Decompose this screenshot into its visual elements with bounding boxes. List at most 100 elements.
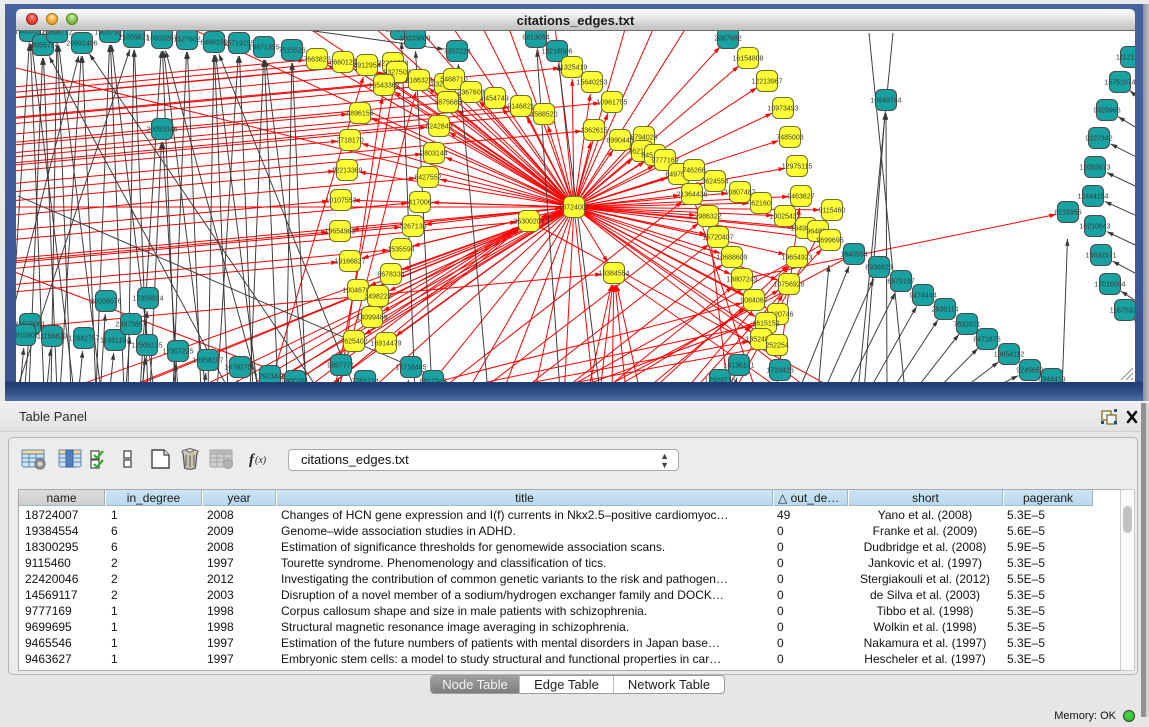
svg-text:746266: 746266 (682, 168, 705, 175)
svg-text:9245652: 9245652 (1016, 368, 1043, 375)
svg-text:16543362: 16543362 (368, 83, 399, 90)
svg-text:2935114: 2935114 (932, 307, 959, 314)
svg-text:9896159: 9896159 (346, 111, 373, 118)
svg-text:17957225: 17957225 (162, 349, 193, 356)
svg-text:1588520: 1588520 (530, 112, 557, 119)
svg-text:12942757: 12942757 (68, 336, 99, 343)
svg-text:19166827: 19166827 (334, 259, 365, 266)
svg-text:9944419: 9944419 (1038, 377, 1065, 383)
svg-text:16782759: 16782759 (224, 365, 255, 372)
svg-text:16671355: 16671355 (248, 45, 279, 52)
svg-text:8812345: 8812345 (419, 379, 446, 383)
svg-text:3875685: 3875685 (434, 100, 461, 107)
svg-text:1527602: 1527602 (173, 37, 200, 44)
svg-text:19384554: 19384554 (598, 271, 629, 278)
svg-text:10648784: 10648784 (870, 98, 901, 105)
svg-text:9227342: 9227342 (1085, 136, 1112, 143)
svg-text:62160: 62160 (751, 201, 771, 208)
svg-text:19654923: 19654923 (781, 255, 812, 262)
svg-text:11675329: 11675329 (1110, 308, 1135, 315)
svg-text:11156829: 11156829 (37, 334, 67, 341)
svg-text:2718170: 2718170 (336, 138, 363, 145)
svg-text:10756928: 10756928 (773, 282, 804, 289)
svg-text:9474444: 9474444 (909, 293, 936, 300)
svg-text:12213369: 12213369 (331, 168, 362, 175)
svg-text:1640954: 1640954 (840, 252, 867, 259)
svg-text:3498222: 3498222 (364, 294, 391, 301)
svg-text:8471676: 8471676 (973, 337, 1000, 344)
svg-text:417006: 417006 (408, 200, 431, 207)
svg-text:10688609: 10688609 (716, 255, 747, 262)
svg-text:17359924: 17359924 (132, 296, 163, 303)
svg-text:7485003: 7485003 (776, 135, 803, 142)
svg-text:1615152: 1615152 (752, 321, 779, 328)
svg-text:18724007: 18724007 (558, 205, 589, 212)
svg-text:9857771: 9857771 (327, 363, 354, 370)
svg-text:10654112: 10654112 (994, 352, 1025, 359)
svg-text:12213967: 12213967 (751, 79, 782, 86)
svg-text:8938923: 8938923 (865, 265, 892, 272)
svg-text:10958107: 10958107 (192, 358, 223, 365)
svg-text:7625402: 7625402 (340, 339, 367, 346)
svg-text:9115460: 9115460 (819, 208, 846, 215)
svg-text:21364436: 21364436 (676, 192, 707, 199)
svg-text:17923716: 17923716 (704, 378, 735, 383)
svg-text:9242848: 9242848 (425, 124, 452, 131)
svg-text:25300203: 25300203 (513, 219, 544, 226)
svg-text:14136141: 14136141 (723, 363, 754, 370)
svg-text:12975115: 12975115 (782, 164, 813, 171)
svg-text:2803144: 2803144 (420, 151, 447, 158)
svg-text:2087682: 2087682 (714, 36, 741, 43)
svg-text:18807249: 18807249 (726, 277, 757, 284)
svg-text:10961755: 10961755 (596, 100, 627, 107)
svg-text:10107553: 10107553 (325, 198, 356, 205)
svg-text:8813054: 8813054 (522, 35, 549, 42)
svg-text:20206576: 20206576 (90, 299, 121, 306)
svg-text:11451194: 11451194 (100, 338, 130, 345)
svg-text:10025433: 10025433 (769, 214, 800, 221)
svg-text:9146821: 9146821 (507, 104, 534, 111)
svg-text:9463627: 9463627 (787, 194, 814, 201)
svg-text:12505135: 12505135 (131, 343, 162, 350)
svg-text:7986322: 7986322 (694, 214, 721, 221)
svg-text:1535594: 1535594 (387, 247, 414, 254)
svg-text:12444154: 12444154 (1077, 194, 1108, 201)
svg-text:9699695: 9699695 (816, 238, 843, 245)
svg-text:7357224: 7357224 (443, 49, 470, 56)
svg-text:11325419: 11325419 (557, 65, 588, 72)
svg-text:8454749: 8454749 (481, 96, 508, 103)
svg-text:252254: 252254 (765, 343, 788, 350)
svg-text:3624554: 3624554 (701, 179, 728, 186)
svg-text:9329966: 9329966 (1093, 108, 1120, 115)
svg-text:16914479: 16914479 (370, 341, 401, 348)
svg-text:16154808: 16154808 (732, 56, 763, 63)
svg-text:6879197: 6879197 (887, 279, 914, 286)
svg-text:15720407: 15720407 (702, 235, 733, 242)
svg-text:15640253: 15640253 (576, 80, 607, 87)
svg-text:16210643: 16210643 (1079, 224, 1110, 231)
svg-text:10973493: 10973493 (767, 106, 798, 113)
svg-text:20691406: 20691406 (66, 41, 97, 48)
svg-text:15692971: 15692971 (1085, 253, 1116, 260)
svg-text:20053346: 20053346 (146, 127, 177, 134)
svg-text:7761234: 7761234 (351, 379, 378, 383)
svg-text:8215955: 8215955 (1054, 210, 1081, 217)
svg-text:14055714: 14055714 (27, 43, 58, 50)
svg-text:8186328: 8186328 (405, 78, 432, 85)
svg-text:8678334: 8678334 (377, 272, 404, 279)
svg-text:(x): (x) (255, 455, 267, 466)
svg-text:11121313: 11121313 (1116, 55, 1135, 62)
svg-text:15716485: 15716485 (395, 365, 426, 372)
svg-text:19654983: 19654983 (324, 229, 355, 236)
svg-text:19218506: 19218506 (541, 49, 572, 56)
svg-text:3267130: 3267130 (399, 224, 426, 231)
svg-text:12093873: 12093873 (1079, 165, 1110, 172)
svg-text:20898712: 20898712 (41, 31, 72, 37)
svg-text:14099489: 14099489 (356, 315, 387, 322)
svg-text:23975857: 23975857 (115, 322, 146, 329)
svg-text:1733426: 1733426 (766, 368, 793, 375)
svg-text:9084067: 9084067 (740, 298, 767, 305)
svg-text:21059871: 21059871 (118, 35, 149, 42)
svg-text:17016504: 17016504 (1094, 282, 1125, 289)
svg-text:1362615: 1362615 (580, 128, 607, 135)
